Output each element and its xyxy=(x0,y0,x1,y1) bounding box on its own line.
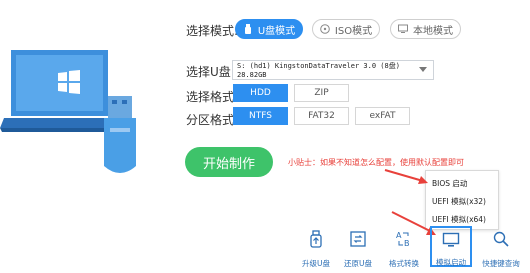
search-icon xyxy=(493,231,509,247)
toolbar-restore-usb-label: 还原U盘 xyxy=(344,259,372,268)
toolbar-restore-usb[interactable]: 还原U盘 xyxy=(337,230,379,269)
svg-text:B: B xyxy=(404,239,410,248)
restore-icon xyxy=(350,231,366,247)
arrow-to-bios xyxy=(384,169,424,182)
toolbar-simulate-boot[interactable]: 模拟启动 xyxy=(430,226,472,267)
toolbar-hotkey-query[interactable]: 快捷键查询 xyxy=(480,230,522,269)
toolbar-simulate-boot-label: 模拟启动 xyxy=(436,258,466,267)
usb-upgrade-icon xyxy=(310,230,322,248)
arrow-to-simulate xyxy=(391,211,433,233)
toolbar-upgrade-usb[interactable]: 升级U盘 xyxy=(295,230,337,269)
toolbar-format-convert[interactable]: A B 格式转换 xyxy=(383,230,425,269)
arrow-head-bios xyxy=(418,176,428,184)
svg-text:A: A xyxy=(396,231,402,240)
toolbar-upgrade-usb-label: 升级U盘 xyxy=(302,259,330,268)
toolbar-hotkey-query-label: 快捷键查询 xyxy=(482,259,520,268)
toolbar-format-convert-label: 格式转换 xyxy=(389,259,419,268)
monitor-icon xyxy=(442,232,460,247)
format-convert-icon: A B xyxy=(396,231,410,248)
